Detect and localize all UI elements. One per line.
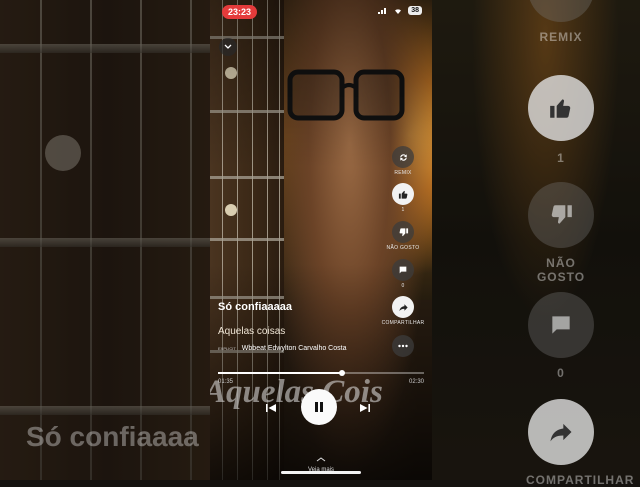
- comment-count: 0: [401, 283, 405, 289]
- background-comment-icon: [528, 292, 594, 358]
- more-options-button[interactable]: [380, 335, 426, 357]
- background-remix-icon: [528, 0, 594, 22]
- comments-button[interactable]: 0: [380, 259, 426, 289]
- signal-icon: [378, 8, 387, 14]
- chevron-up-icon: [316, 457, 326, 462]
- wifi-icon: [395, 9, 402, 14]
- share-button[interactable]: COMPARTILHAR: [380, 296, 426, 326]
- dislike-button[interactable]: NÃO GOSTO: [380, 221, 426, 251]
- track-artist[interactable]: Aquelas coisas: [218, 326, 285, 337]
- background-track-title: Só confiaaaa: [26, 421, 199, 452]
- like-count: 1: [401, 207, 405, 213]
- progress-bar[interactable]: [218, 370, 424, 376]
- credits-badge: EXPLICIT: [218, 346, 236, 351]
- more-dots-icon: [392, 335, 414, 357]
- see-more-button[interactable]: Veja mais: [210, 449, 432, 473]
- collapse-player-button[interactable]: [219, 38, 237, 56]
- background-like: 1: [526, 75, 596, 165]
- track-title: Só confiaaaaa: [218, 301, 292, 313]
- total-time: 02:30: [408, 379, 424, 385]
- thumbs-down-icon: [392, 221, 414, 243]
- background-dislike: NÃO GOSTO: [526, 182, 596, 284]
- pause-icon: [315, 402, 323, 412]
- like-button[interactable]: 1: [380, 183, 426, 213]
- current-time: 01:35: [218, 379, 234, 385]
- artwork-overlay-text: Aquelas Cois: [210, 374, 383, 410]
- progress-knob[interactable]: [338, 370, 345, 376]
- share-icon: [392, 296, 414, 318]
- background-share-icon: [528, 399, 594, 465]
- status-icons: 38: [378, 6, 422, 15]
- credits-text[interactable]: Wbbeat Edwylton Carvalho Costa: [242, 345, 347, 352]
- battery-indicator: 38: [408, 6, 422, 15]
- thumbs-up-icon: [392, 183, 414, 205]
- skip-previous-icon: [266, 404, 276, 412]
- background-remix: REMIX: [526, 0, 596, 44]
- track-credits: EXPLICIT Wbbeat Edwylton Carvalho Costa: [218, 345, 346, 352]
- music-player-screen: 23:23 38 REMIX 1 NÃO GOSTO 0 COMPARTILHA…: [210, 0, 432, 480]
- remix-icon: [392, 146, 414, 168]
- chevron-down-icon: [224, 44, 232, 49]
- background-thumbs-up-icon: [528, 75, 594, 141]
- status-time: 23:23: [222, 5, 258, 19]
- comment-icon: [392, 259, 414, 281]
- background-thumbs-down-icon: [528, 182, 594, 248]
- skip-next-icon: [360, 404, 370, 412]
- background-comments: 0: [526, 292, 596, 380]
- progress-fill: [218, 372, 342, 374]
- next-button[interactable]: [360, 400, 370, 418]
- remix-button[interactable]: REMIX: [380, 146, 426, 176]
- background-share: COMPARTILHAR: [526, 399, 633, 487]
- previous-button[interactable]: [266, 400, 276, 418]
- pause-button[interactable]: [301, 389, 337, 425]
- home-indicator: [281, 471, 361, 474]
